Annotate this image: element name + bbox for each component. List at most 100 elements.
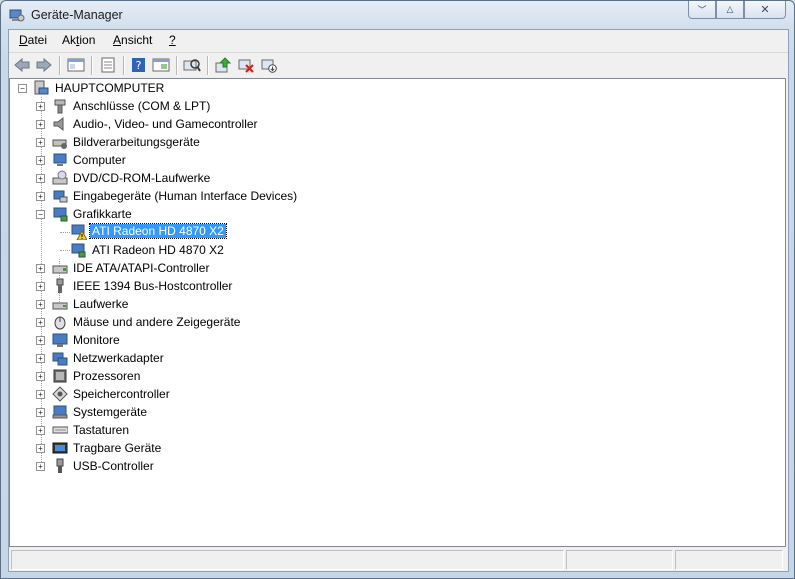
computer-icon [34,80,49,95]
disable-icon[interactable] [260,57,278,73]
expand-expander[interactable]: + [36,264,45,273]
menu-text: ion [79,33,96,47]
properties-icon[interactable] [99,57,117,73]
device-manager-icon [9,9,25,22]
update-driver-icon[interactable] [214,57,232,73]
category-label: Systemgeräte [73,405,148,419]
expand-expander[interactable]: + [36,102,45,111]
category-label: Anschlüsse (COM & LPT) [73,99,211,113]
scanner-icon [52,139,67,149]
expand-expander[interactable]: + [36,426,45,435]
category-label: Monitore [73,333,120,347]
expand-expander[interactable]: + [36,300,45,309]
menu-aktion[interactable]: Aktion [62,33,95,47]
display-adapter-icon [53,207,68,222]
category-label: Laufwerke [73,297,129,311]
network-adapter-icon [52,352,68,366]
tree-root[interactable]: − HAUPTCOMPUTER [10,79,785,97]
close-icon: ✕ [760,4,770,16]
status-bar [9,548,786,570]
category-label: Bildverarbeitungsgeräte [73,135,200,149]
toolbar-separator [59,56,61,75]
device-label: ATI Radeon HD 4870 X2 [92,243,224,257]
category-label: Audio-, Video- und Gamecontroller [73,117,258,131]
mouse-icon [54,316,66,330]
back-icon[interactable] [13,57,31,73]
expand-expander[interactable]: + [36,120,45,129]
toolbar-separator [91,56,93,75]
tree-line [60,250,70,252]
expand-expander[interactable]: + [36,174,45,183]
expand-expander[interactable]: + [36,408,45,417]
system-devices-icon [52,405,68,419]
optical-drive-icon [52,170,68,185]
display-adapter-icon [71,243,86,258]
expand-expander[interactable]: + [36,282,45,291]
menu-text: atei [27,33,48,47]
category-label: USB-Controller [73,459,154,473]
menu-bar: Datei Aktion Ansicht ? [9,30,788,52]
minimize-icon: ﹀ [697,5,707,15]
category-label: IEEE 1394 Bus-Hostcontroller [73,279,233,293]
expand-expander[interactable]: + [36,372,45,381]
menu-accelerator: D [19,33,28,47]
hid-icon [53,190,68,203]
device-tree[interactable]: − HAUPTCOMPUTER + Anschlüsse (COM & LPT)… [9,78,786,547]
device-label: ATI Radeon HD 4870 X2 [89,223,227,239]
disk-drive-icon [52,302,68,310]
status-pane-main [11,550,564,570]
expand-expander[interactable]: + [36,336,45,345]
expand-expander[interactable]: + [36,318,45,327]
expand-expander[interactable]: + [36,462,45,471]
minimize-button[interactable]: ﹀ [688,1,716,19]
usb-icon [56,458,64,473]
category-label: DVD/CD-ROM-Laufwerke [73,171,211,185]
expand-expander[interactable]: + [36,354,45,363]
keyboard-icon [52,426,68,434]
expand-expander[interactable]: + [36,156,45,165]
menu-help[interactable]: ? [169,33,176,47]
close-button[interactable]: ✕ [744,1,786,19]
port-icon [54,99,66,114]
display-adapter-warning-icon [71,224,87,240]
firewire-icon [56,278,64,293]
tree-view-icon[interactable] [67,57,85,73]
help-icon[interactable]: ? [130,57,148,73]
scan-hardware-icon[interactable] [183,57,201,73]
category-label: Mäuse und andere Zeigegeräte [73,315,241,329]
category-label: Computer [73,153,126,167]
window-title: Geräte-Manager [31,8,123,22]
monitor-icon [52,333,68,347]
category-label: Tastaturen [73,423,130,437]
menu-ansicht[interactable]: Ansicht [113,33,152,47]
portable-device-icon [52,442,68,454]
menu-accelerator: A [113,33,122,47]
menu-accelerator: ? [169,33,176,47]
client-area: Datei Aktion Ansicht ? ? − HAUPTCOMPUTER… [8,29,789,572]
tree-line [60,232,70,234]
expand-expander[interactable]: + [36,444,45,453]
console-icon[interactable] [152,57,170,73]
menu-text: Ak [62,33,77,47]
status-pane [675,550,783,570]
expand-expander[interactable]: + [36,138,45,147]
uninstall-icon[interactable] [237,57,255,73]
category-label: Prozessoren [73,369,141,383]
maximize-icon: △ [726,4,734,14]
expand-expander[interactable]: + [36,192,45,201]
status-pane [566,550,673,570]
category-label: IDE ATA/ATAPI-Controller [73,261,210,275]
category-label: Netzwerkadapter [73,351,164,365]
menu-datei[interactable]: Datei [19,33,47,47]
expand-expander[interactable]: + [36,390,45,399]
category-label: Speichercontroller [73,387,170,401]
forward-icon[interactable] [35,57,53,73]
collapse-expander[interactable]: − [36,210,45,219]
speaker-icon [53,116,64,132]
tree-root-label: HAUPTCOMPUTER [55,81,165,95]
title-bar[interactable]: Geräte-Manager ﹀ △ ✕ [1,1,794,29]
collapse-expander[interactable]: − [18,84,27,93]
storage-controller-icon [52,386,68,402]
menu-text: nsicht [121,33,153,47]
maximize-button[interactable]: △ [716,1,744,19]
